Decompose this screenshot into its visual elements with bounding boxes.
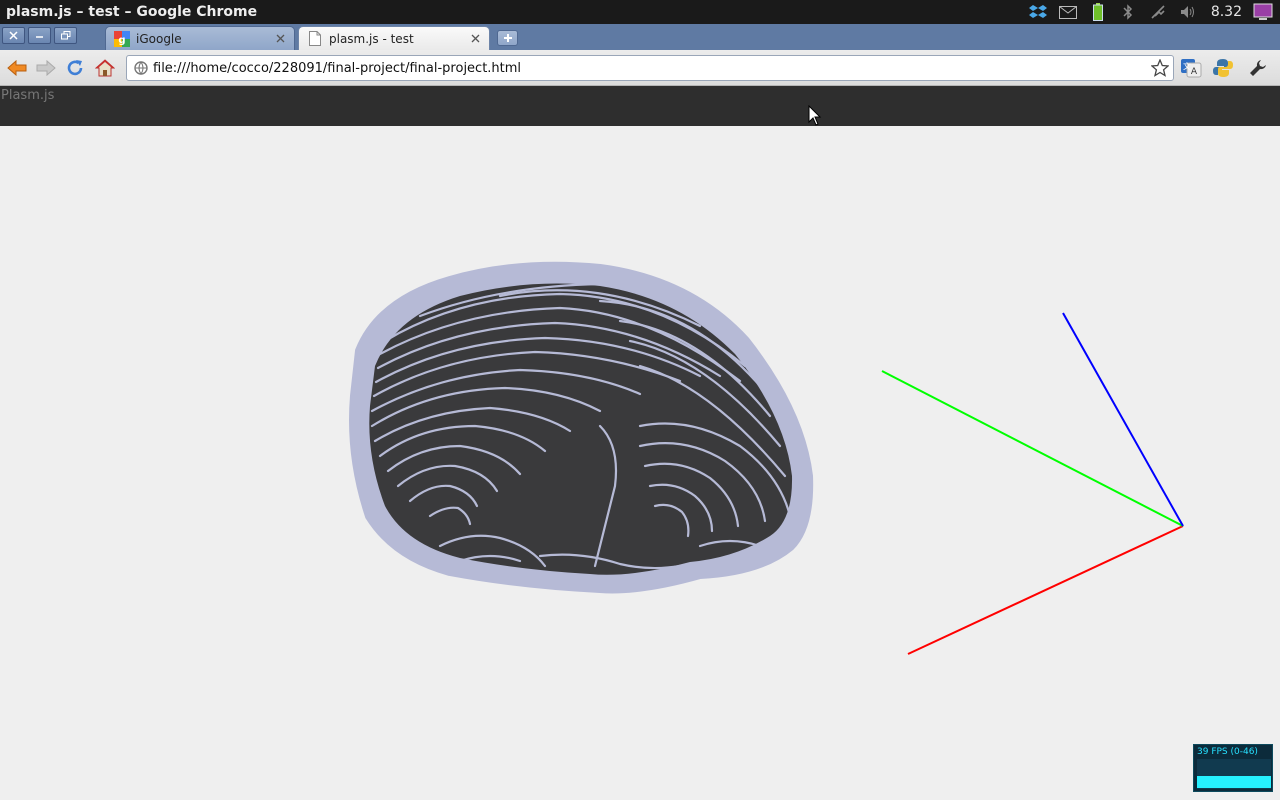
bluetooth-icon[interactable] xyxy=(1117,0,1139,24)
tab-strip: g iGoogle plasm.js - test xyxy=(0,24,1280,50)
dropbox-icon[interactable] xyxy=(1027,0,1049,24)
window-controls xyxy=(2,27,80,44)
volume-icon[interactable] xyxy=(1177,0,1199,24)
tab-plasm-test[interactable]: plasm.js - test xyxy=(298,26,490,50)
window-restore-button[interactable] xyxy=(54,27,77,44)
minimize-icon xyxy=(36,36,43,38)
settings-wrench-button[interactable] xyxy=(1247,57,1269,79)
x-axis-line xyxy=(907,525,1184,655)
svg-text:文: 文 xyxy=(1183,61,1191,71)
back-arrow-icon xyxy=(7,60,27,76)
window-close-button[interactable] xyxy=(2,27,25,44)
network-icon[interactable] xyxy=(1147,0,1169,24)
google-favicon: g xyxy=(114,30,130,47)
back-button[interactable] xyxy=(6,57,28,79)
wrench-icon xyxy=(1250,60,1266,76)
mesh-model[interactable] xyxy=(349,261,814,594)
translate-extension-button[interactable]: A文 xyxy=(1180,57,1202,79)
scene-canvas[interactable] xyxy=(0,126,1280,800)
page-content: Plasm.js 39 FPS (0-46) xyxy=(0,86,1280,800)
axes-gizmo xyxy=(881,312,1184,655)
fps-graph-bar xyxy=(1197,776,1271,788)
window-minimize-button[interactable] xyxy=(28,27,51,44)
home-button[interactable] xyxy=(94,57,116,79)
tab-close-button[interactable] xyxy=(469,33,481,45)
forward-arrow-icon xyxy=(36,60,56,76)
battery-icon[interactable] xyxy=(1087,0,1109,24)
plus-icon xyxy=(503,34,512,42)
os-top-bar: plasm.js – test – Google Chrome 8.32 xyxy=(0,0,1280,24)
clock[interactable]: 8.32 xyxy=(1211,4,1242,20)
browser-toolbar: file:///home/cocco/228091/final-project/… xyxy=(0,50,1280,86)
svg-text:A: A xyxy=(1191,67,1198,77)
reload-icon xyxy=(67,60,83,76)
webgl-viewport[interactable] xyxy=(0,126,1280,800)
close-icon xyxy=(276,34,284,43)
close-icon xyxy=(471,34,479,43)
restore-icon xyxy=(60,31,70,40)
display-icon[interactable] xyxy=(1252,0,1274,24)
globe-icon xyxy=(132,59,150,77)
tab-label: plasm.js - test xyxy=(329,31,414,46)
tab-label: iGoogle xyxy=(136,31,182,46)
mouse-cursor-icon xyxy=(808,105,822,126)
tab-close-button[interactable] xyxy=(274,33,286,45)
close-icon xyxy=(9,31,18,40)
python-extension-button[interactable] xyxy=(1212,57,1234,79)
svg-text:g: g xyxy=(118,35,125,46)
translate-icon: A文 xyxy=(1181,59,1202,78)
python-icon xyxy=(1213,59,1233,77)
home-icon xyxy=(95,59,115,77)
window-title: plasm.js – test – Google Chrome xyxy=(6,4,258,20)
fps-label: 39 FPS (0-46) xyxy=(1197,747,1258,757)
new-tab-button[interactable] xyxy=(497,30,518,46)
bookmark-star-icon[interactable] xyxy=(1150,58,1170,78)
fps-meter[interactable]: 39 FPS (0-46) xyxy=(1193,744,1273,792)
app-header: Plasm.js xyxy=(0,86,1280,126)
system-tray: 8.32 xyxy=(1023,0,1280,24)
page-icon xyxy=(307,31,323,47)
tab-igoogle[interactable]: g iGoogle xyxy=(105,26,295,50)
forward-button[interactable] xyxy=(35,57,57,79)
y-axis-line xyxy=(881,370,1184,527)
address-bar[interactable]: file:///home/cocco/228091/final-project/… xyxy=(126,55,1174,81)
reload-button[interactable] xyxy=(64,57,86,79)
url-text[interactable]: file:///home/cocco/228091/final-project/… xyxy=(153,61,1150,76)
app-title: Plasm.js xyxy=(1,88,55,103)
mail-icon[interactable] xyxy=(1057,0,1079,24)
